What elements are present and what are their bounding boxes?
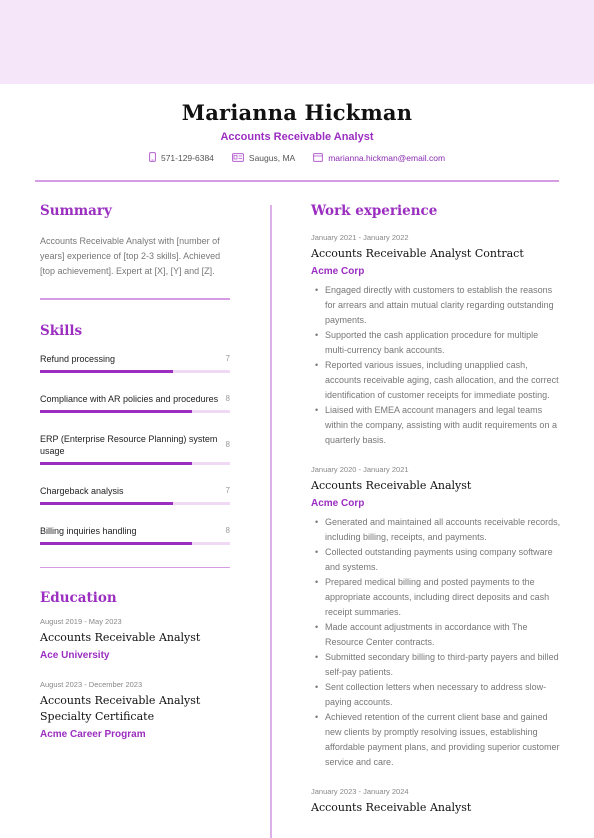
skill-name: Chargeback analysis <box>40 485 124 496</box>
skill-level: 7 <box>225 354 230 363</box>
skill-level: 8 <box>225 440 230 449</box>
education-title: Accounts Receivable Analyst Specialty Ce… <box>40 694 201 723</box>
education-heading: Education <box>40 590 117 606</box>
work-bullet: Liaised with EMEA account managers and l… <box>315 403 561 448</box>
work-heading: Work experience <box>311 203 438 219</box>
skill-item: Compliance with AR policies and procedur… <box>40 393 230 413</box>
work-bullet: Engaged directly with customers to estab… <box>315 283 561 328</box>
skills-heading: Skills <box>40 322 83 339</box>
skill-item: Refund processing 7 <box>40 353 230 373</box>
right-column: Work experience January 2021 - January 2… <box>311 202 561 816</box>
summary-heading: Summary <box>40 203 112 219</box>
skill-bar <box>40 541 230 545</box>
work-dates: January 2021 - January 2022 <box>311 233 409 242</box>
education-entry: August 2019 - May 2023 Accounts Receivab… <box>40 617 230 663</box>
work-dates: January 2023 - January 2024 <box>311 787 409 796</box>
skill-level: 7 <box>225 486 230 495</box>
summary-section: Summary Accounts Receivable Analyst with… <box>40 202 230 300</box>
work-entry: January 2021 - January 2022 Accounts Rec… <box>311 233 561 448</box>
skills-section: Skills Refund processing 7 Compliance wi… <box>40 322 230 568</box>
skill-bar <box>40 409 230 413</box>
skill-level: 8 <box>225 394 230 403</box>
skill-bar-fill <box>40 369 173 373</box>
skill-name: ERP (Enterprise Resource Planning) syste… <box>40 433 218 456</box>
work-bullet: Submitted secondary billing to third-par… <box>315 650 561 680</box>
work-title: Accounts Receivable Analyst Contract <box>311 247 524 260</box>
work-entry: January 2023 - January 2024 Accounts Rec… <box>311 787 561 816</box>
resume-header: Marianna Hickman Accounts Receivable Ana… <box>0 84 594 164</box>
column-divider <box>270 205 272 838</box>
work-section: Work experience January 2021 - January 2… <box>311 202 561 816</box>
candidate-title: Accounts Receivable Analyst <box>220 131 374 143</box>
work-bullet: Made account adjustments in accordance w… <box>315 620 561 650</box>
work-company: Acme Corp <box>311 498 365 509</box>
skill-name: Billing inquiries handling <box>40 525 137 536</box>
phone-value: 571-129-6384 <box>160 153 214 163</box>
education-title: Accounts Receivable Analyst <box>40 631 201 644</box>
education-institution: Acme Career Program <box>40 729 146 740</box>
header-divider <box>35 180 559 182</box>
work-company: Acme Corp <box>311 266 365 277</box>
skill-name: Compliance with AR policies and procedur… <box>40 393 219 404</box>
skill-bar-fill <box>40 461 192 465</box>
email-link[interactable]: marianna.hickman@email.com <box>328 153 445 163</box>
work-title: Accounts Receivable Analyst <box>311 479 472 492</box>
skill-bar-fill <box>40 409 192 413</box>
work-bullet: Collected outstanding payments using com… <box>315 545 561 575</box>
summary-text: Accounts Receivable Analyst with [number… <box>40 236 221 276</box>
education-section: Education August 2019 - May 2023 Account… <box>40 589 230 742</box>
education-dates: August 2023 - December 2023 <box>40 680 143 689</box>
skill-bar-fill <box>40 541 192 545</box>
contact-location: Saugus, MA <box>232 152 296 164</box>
work-title: Accounts Receivable Analyst <box>311 801 472 814</box>
header-band <box>0 0 594 84</box>
skill-bar <box>40 369 230 373</box>
skills-divider <box>40 566 230 568</box>
education-entry: August 2023 - December 2023 Accounts Rec… <box>40 680 230 742</box>
phone-icon <box>149 152 156 164</box>
contact-info: 571-129-6384 Saugus, MA marianna.hickman… <box>0 152 594 164</box>
skill-item: Chargeback analysis 7 <box>40 485 230 505</box>
summary-divider <box>40 298 230 300</box>
skill-bar <box>40 461 230 465</box>
work-bullet: Achieved retention of the current client… <box>315 710 561 770</box>
education-dates: August 2019 - May 2023 <box>40 617 122 626</box>
email-icon <box>313 152 324 164</box>
skill-name: Refund processing <box>40 353 116 364</box>
work-entry: January 2020 - January 2021 Accounts Rec… <box>311 465 561 770</box>
work-bullet: Supported the cash application procedure… <box>315 328 561 358</box>
work-bullet: Sent collection letters when necessary t… <box>315 680 561 710</box>
skill-bar-fill <box>40 501 173 505</box>
left-column: Summary Accounts Receivable Analyst with… <box>40 202 230 742</box>
skill-level: 8 <box>225 526 230 535</box>
contact-email[interactable]: marianna.hickman@email.com <box>313 152 445 164</box>
work-bullets: Generated and maintained all accounts re… <box>311 515 561 770</box>
work-bullet: Generated and maintained all accounts re… <box>315 515 561 545</box>
location-icon <box>232 152 244 164</box>
work-bullet: Prepared medical billing and posted paym… <box>315 575 561 620</box>
work-dates: January 2020 - January 2021 <box>311 465 409 474</box>
skill-bar <box>40 501 230 505</box>
skill-item: Billing inquiries handling 8 <box>40 525 230 545</box>
skill-item: ERP (Enterprise Resource Planning) syste… <box>40 433 230 465</box>
work-bullets: Engaged directly with customers to estab… <box>311 283 561 448</box>
location-value: Saugus, MA <box>248 153 296 163</box>
education-institution: Ace University <box>40 650 110 661</box>
work-bullet: Reported various issues, including unapp… <box>315 358 561 403</box>
candidate-name: Marianna Hickman <box>181 100 413 125</box>
contact-phone: 571-129-6384 <box>149 152 214 164</box>
